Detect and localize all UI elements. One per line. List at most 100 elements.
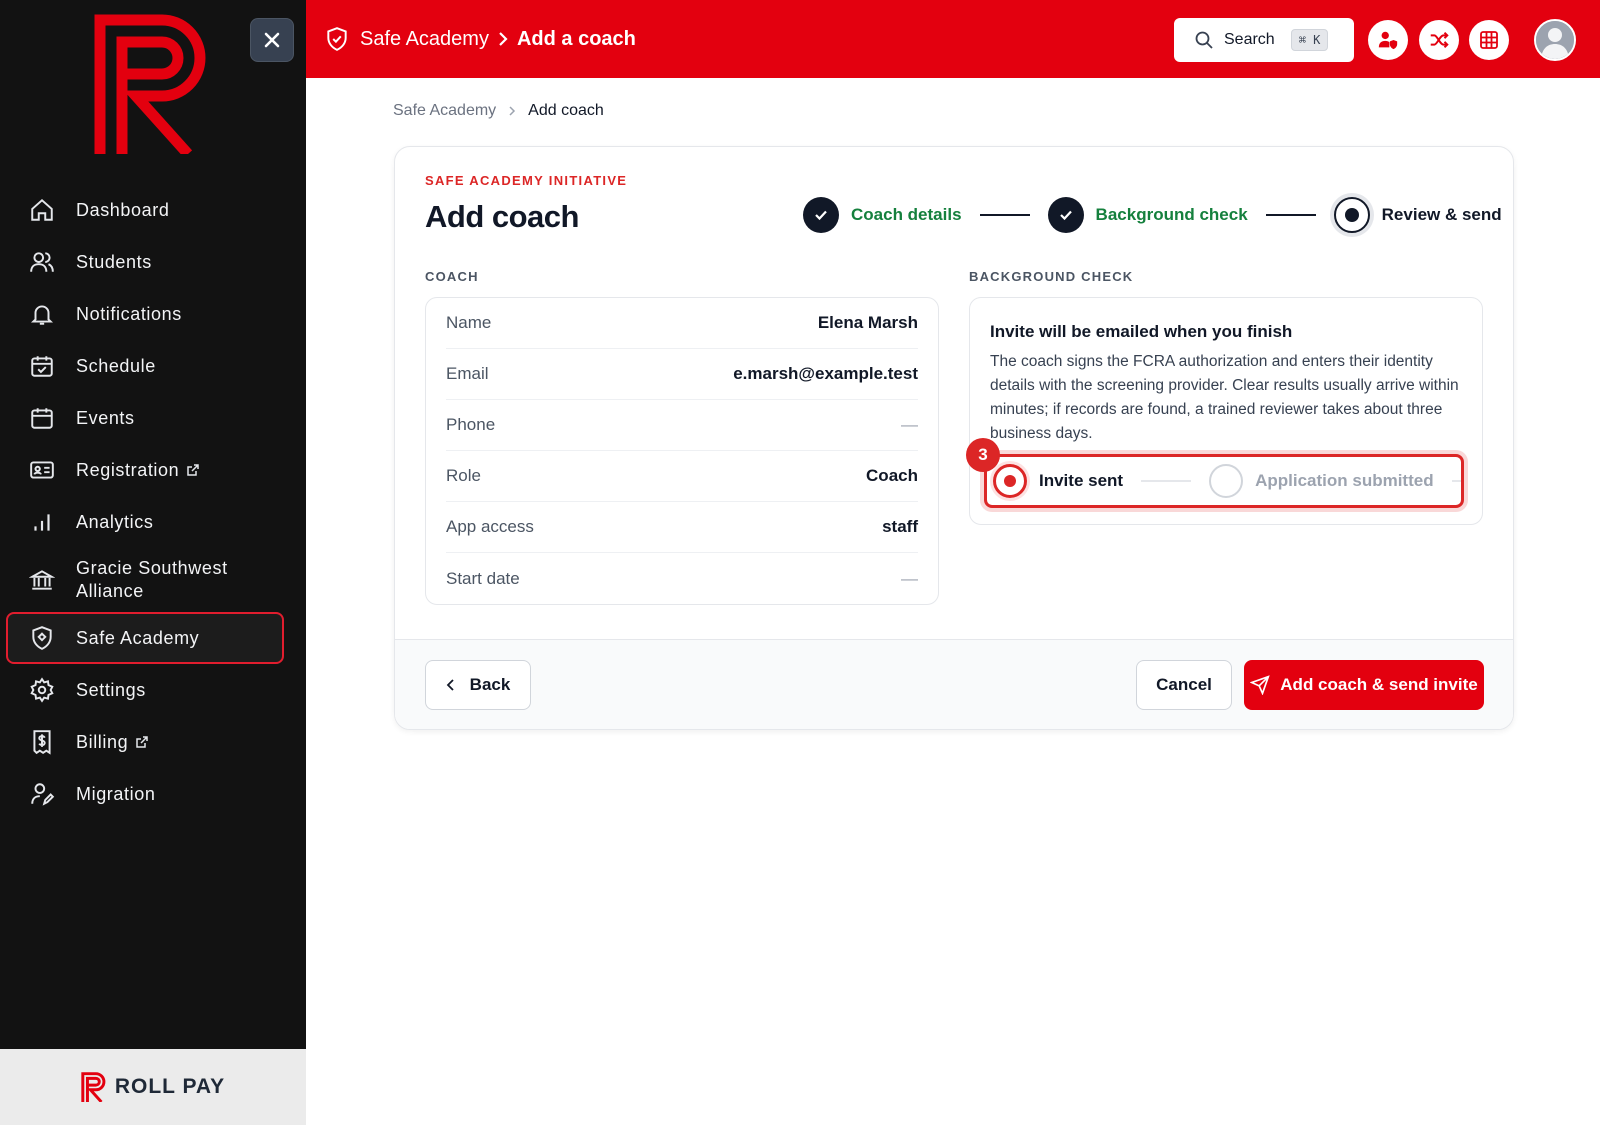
shuffle-icon (1430, 31, 1449, 49)
user-shield-button[interactable] (1368, 20, 1408, 60)
row-value: Coach (866, 466, 918, 485)
row-value: staff (882, 517, 918, 536)
bar-chart-icon (28, 508, 56, 536)
row-label: Role (446, 466, 481, 485)
shuffle-button[interactable] (1419, 20, 1459, 60)
progress-application-submitted: Application submitted (1255, 471, 1434, 490)
summary-row: Name Elena Marsh (446, 298, 918, 349)
header-breadcrumb: Safe Academy Add a coach (324, 0, 636, 78)
calendar-check-icon (28, 352, 56, 380)
summary-row: App access staff (446, 502, 918, 553)
sidebar-item-label: Analytics (76, 511, 154, 532)
coach-summary: Name Elena Marsh Email e.marsh@example.tes… (425, 297, 939, 605)
shield-icon (28, 624, 56, 652)
sidebar-nav: Dashboard Students Notifications Schedul… (6, 184, 284, 820)
sidebar-item-schedule[interactable]: Schedule (6, 340, 284, 392)
apps-grid-button[interactable] (1469, 20, 1509, 60)
calendar-icon (28, 404, 56, 432)
sidebar-item-label: Billing (76, 731, 129, 752)
sidebar-item-label: Schedule (76, 355, 156, 376)
progress-dot-idle (1209, 464, 1244, 498)
sidebar-item-analytics[interactable]: Analytics (6, 496, 284, 548)
sidebar-item-migration[interactable]: Migration (6, 768, 284, 820)
user-shield-icon (1378, 31, 1398, 50)
step-badge: 3 (966, 438, 1000, 472)
cancel-label: Cancel (1156, 675, 1212, 694)
sidebar-item-notifications[interactable]: Notifications (6, 288, 284, 340)
home-icon (28, 196, 56, 224)
cancel-button[interactable]: Cancel (1136, 660, 1232, 710)
step-review-send: Review & send (1381, 205, 1502, 224)
close-icon (264, 32, 280, 48)
sidebar-item-safe-academy[interactable]: Safe Academy (6, 612, 284, 664)
brand-logo-small (81, 1072, 106, 1102)
header-page-title: Add a coach (516, 27, 636, 50)
sidebar-item-label: Migration (76, 783, 156, 804)
avatar[interactable] (1534, 19, 1576, 61)
sidebar-item-students[interactable]: Students (6, 236, 284, 288)
form-eyebrow: SAFE ACADEMY INITIATIVE (425, 173, 628, 188)
row-value: Elena Marsh (817, 313, 918, 332)
sidebar-footer: ROLL PAY (0, 1049, 306, 1125)
summary-row: Phone — (446, 400, 918, 451)
gear-icon (28, 676, 56, 704)
page-title: Add coach (425, 199, 579, 234)
current-step-indicator (1333, 197, 1370, 233)
send-icon (1250, 675, 1270, 695)
row-label: App access (446, 517, 534, 536)
sidebar-item-registration[interactable]: Registration (6, 444, 284, 496)
id-card-icon (28, 456, 56, 484)
bell-icon (28, 300, 56, 328)
progress-invite-sent: Invite sent (1039, 471, 1124, 490)
breadcrumb-parent-link[interactable]: Safe Academy (393, 102, 496, 120)
background-check-description: The coach signs the FCRA authorization a… (990, 353, 1459, 442)
step-background-check[interactable]: Background check (1096, 205, 1248, 225)
sidebar-item-label: Gracie Southwest Alliance (76, 558, 228, 601)
sidebar-item-label: Settings (76, 679, 146, 700)
sidebar-item-label: Notifications (76, 303, 182, 324)
external-link-icon (186, 463, 200, 477)
row-label: Phone (446, 415, 496, 434)
step-coach-details[interactable]: Coach details (851, 205, 962, 225)
sidebar-item-label: Registration (76, 459, 180, 480)
brand-name: ROLL PAY (114, 1075, 226, 1098)
check-icon (803, 197, 839, 233)
step-connector (979, 214, 1030, 216)
row-value: — (901, 415, 918, 434)
sidebar-item-dashboard[interactable]: Dashboard (6, 184, 284, 236)
sidebar-item-events[interactable]: Events (6, 392, 284, 444)
add-coach-send-invite-button[interactable]: Add coach & send invite (1244, 660, 1484, 710)
search-icon (1195, 31, 1213, 49)
check-icon (1047, 197, 1084, 233)
summary-row: Start date — (446, 553, 918, 604)
summary-row: Role Coach (446, 451, 918, 502)
sidebar-item-label: Students (76, 251, 152, 272)
back-label: Back (469, 675, 511, 694)
back-button[interactable]: Back (425, 660, 531, 710)
background-check-progress: Invite sent Application submitted (984, 454, 1464, 508)
sidebar-item-billing[interactable]: Billing (6, 716, 284, 768)
user-edit-icon (28, 780, 56, 808)
chevron-right-icon (508, 105, 516, 117)
users-icon (28, 248, 56, 276)
chevron-left-icon (446, 679, 454, 691)
header-section-link[interactable]: Safe Academy (360, 28, 489, 51)
breadcrumb-current: Add coach (528, 102, 604, 119)
sidebar-item-label: Dashboard (76, 199, 170, 220)
sidebar-item-label: Events (76, 407, 135, 428)
search-button[interactable]: Search ⌘ K (1174, 18, 1354, 62)
chevron-right-icon (497, 31, 509, 47)
progress-connector (1141, 480, 1192, 482)
progress-connector (1451, 480, 1461, 482)
sidebar-item-label: Safe Academy (76, 627, 200, 648)
close-sidebar-button[interactable] (250, 18, 294, 62)
sidebar: Dashboard Students Notifications Schedul… (0, 0, 306, 1125)
background-check-title: Invite will be emailed when you finish (990, 322, 1293, 341)
submit-label: Add coach & send invite (1280, 675, 1478, 694)
row-label: Name (446, 313, 492, 332)
add-coach-card: SAFE ACADEMY INITIATIVE Add coach Coach … (394, 146, 1514, 730)
progress-dot-active (993, 464, 1027, 498)
sidebar-item-settings[interactable]: Settings (6, 664, 284, 716)
sidebar-item-gracie-southwest-alliance[interactable]: Gracie Southwest Alliance (6, 548, 284, 612)
summary-row: Email e.marsh@example.test (446, 349, 918, 400)
